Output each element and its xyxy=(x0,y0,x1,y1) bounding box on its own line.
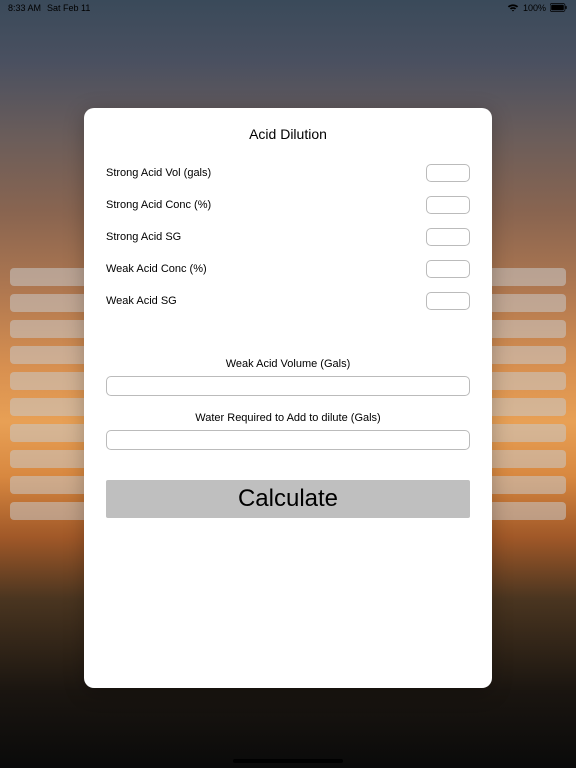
wifi-icon xyxy=(507,3,519,14)
input-row-weak-acid-conc: Weak Acid Conc (%) xyxy=(106,260,470,278)
weak-acid-conc-input[interactable] xyxy=(426,260,470,278)
strong-acid-conc-input[interactable] xyxy=(426,196,470,214)
output-label-weak-vol: Weak Acid Volume (Gals) xyxy=(106,358,470,370)
strong-acid-vol-input[interactable] xyxy=(426,164,470,182)
input-label: Strong Acid SG xyxy=(106,231,181,243)
calculate-button[interactable]: Calculate xyxy=(106,480,470,518)
status-date: Sat Feb 11 xyxy=(47,3,90,13)
input-label: Weak Acid SG xyxy=(106,295,177,307)
input-row-strong-acid-sg: Strong Acid SG xyxy=(106,228,470,246)
dilution-modal: Acid Dilution Strong Acid Vol (gals) Str… xyxy=(84,108,492,688)
weak-acid-volume-output[interactable] xyxy=(106,376,470,396)
status-time: 8:33 AM xyxy=(8,3,41,13)
strong-acid-sg-input[interactable] xyxy=(426,228,470,246)
output-section: Weak Acid Volume (Gals) Water Required t… xyxy=(106,358,470,518)
input-row-strong-acid-vol: Strong Acid Vol (gals) xyxy=(106,164,470,182)
input-label: Strong Acid Vol (gals) xyxy=(106,167,211,179)
output-label-water: Water Required to Add to dilute (Gals) xyxy=(106,412,470,424)
home-indicator[interactable] xyxy=(233,759,343,763)
input-row-strong-acid-conc: Strong Acid Conc (%) xyxy=(106,196,470,214)
battery-icon xyxy=(550,3,568,14)
input-label: Strong Acid Conc (%) xyxy=(106,199,211,211)
input-row-weak-acid-sg: Weak Acid SG xyxy=(106,292,470,310)
input-label: Weak Acid Conc (%) xyxy=(106,263,207,275)
water-required-output[interactable] xyxy=(106,430,470,450)
weak-acid-sg-input[interactable] xyxy=(426,292,470,310)
modal-title: Acid Dilution xyxy=(106,126,470,142)
status-bar: 8:33 AM Sat Feb 11 100% xyxy=(0,0,576,16)
battery-text: 100% xyxy=(523,3,546,13)
